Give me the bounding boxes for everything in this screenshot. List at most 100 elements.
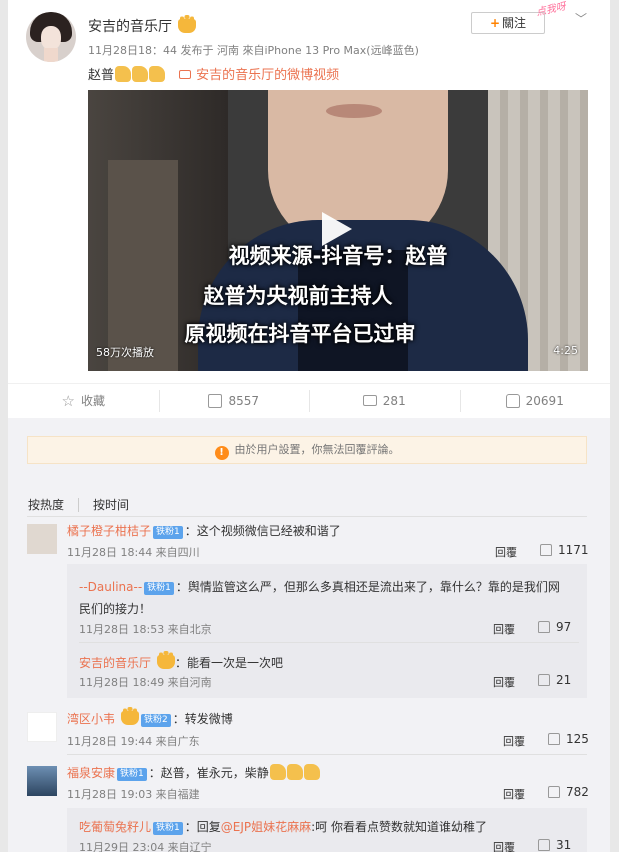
notice-text: 由於用户設置，你無法回覆評論。: [234, 443, 400, 456]
comment-body: ：赵普，崔永元，柴静: [148, 766, 269, 780]
thumbs-up-icon: [540, 544, 552, 556]
mention-link[interactable]: @EJP姐妹花麻麻: [221, 820, 311, 834]
favorite-label: 收藏: [80, 394, 105, 408]
repost-button[interactable]: 8557: [158, 384, 310, 417]
fan-badge: 铁粉2: [141, 714, 171, 727]
fan-badge: 铁粉1: [153, 822, 183, 835]
warning-icon: !: [214, 446, 229, 460]
comment-text: --Daulina-- 铁粉1 ：舆情监管这么严，但那么多真相还是流出来了，靠什么？…: [79, 576, 579, 620]
comment-meta: 11月28日 18:53 来自北京: [79, 623, 212, 636]
comment-text: 湾区小韦 铁粉2 ：转发微博: [67, 707, 233, 727]
comment-body: ：转发微博: [172, 712, 233, 726]
reply-button[interactable]: 回覆: [493, 839, 515, 852]
fan-badge: 铁粉1: [144, 582, 174, 595]
crown-icon: [121, 707, 140, 725]
reply-button[interactable]: 回覆: [493, 674, 515, 690]
comment-text: 橘子橙子柑桔子 铁粉1 ：这个视频微信已经被和谐了: [67, 522, 341, 539]
author-name-text[interactable]: 安吉的音乐厅: [88, 19, 172, 35]
comment-meta: 11月29日 23:04 来自辽宁: [79, 841, 212, 852]
comment-like-count: 782: [566, 785, 589, 799]
follow-label: 關注: [502, 16, 527, 30]
comment-body: ：舆情监管这么严，但那么多真相还是流出来了，靠什么？靠的是我们网: [175, 580, 560, 594]
play-icon[interactable]: [322, 212, 352, 246]
commenter-name[interactable]: 吃葡萄兔籽儿: [79, 820, 151, 834]
comment-like-button[interactable]: 97: [538, 620, 571, 634]
comment-like-button[interactable]: 31: [538, 838, 571, 852]
author-name[interactable]: 安吉的音乐厅: [88, 15, 196, 36]
thumbs-up-emoji-icon: [115, 66, 132, 82]
comment-text: 吃葡萄兔籽儿 铁粉1 ：回复@EJP姐妹花麻麻:呵 你看看点赞数就知道谁幼稚了: [79, 818, 487, 835]
video-player[interactable]: 视频来源-抖音号：赵普 赵普为央视前主持人 原视频在抖音平台已过审 58万次播放…: [88, 90, 588, 371]
comment-body: ：回复: [184, 820, 221, 834]
reply-button[interactable]: 回覆: [503, 733, 525, 749]
repost-count: 8557: [228, 393, 260, 408]
chevron-down-icon[interactable]: ﹀: [574, 10, 588, 26]
action-bar: ☆ 收藏 8557 281 20691: [8, 383, 610, 417]
commenter-avatar[interactable]: [27, 524, 57, 554]
comment-like-button[interactable]: 125: [548, 732, 589, 746]
reply-button[interactable]: 回覆: [495, 544, 517, 560]
comment-like-button[interactable]: 1171: [540, 543, 589, 557]
thumbs-up-emoji-icon: [132, 66, 149, 82]
thumbs-up-icon: [538, 621, 550, 633]
weibo-post-card: 安吉的音乐厅 11月28日18：44 发布于 河南 來自iPhone 13 Pr…: [8, 0, 610, 852]
comment-body: ：能看一次是一次吧: [175, 656, 284, 670]
comment-meta: 11月28日 18:44 来自四川: [67, 546, 200, 559]
commenter-avatar[interactable]: [27, 766, 57, 796]
author-avatar[interactable]: [26, 12, 76, 62]
comment-text: 福泉安康 铁粉1 ：赵普，崔永元，柴静: [67, 764, 320, 781]
comment-like-button[interactable]: 21: [538, 673, 571, 687]
comment-meta: 11月28日 18:49 来自河南: [79, 676, 212, 689]
commenter-avatar[interactable]: [27, 712, 57, 742]
post-text: 赵普 安吉的音乐厅的微博视频: [88, 64, 339, 83]
comment-icon: [362, 395, 377, 406]
comment-body: ：这个视频微信已经被和谐了: [184, 524, 341, 538]
comment-count: 281: [382, 393, 406, 408]
play-count: 58万次播放: [96, 346, 154, 359]
comment-body-continued: 民们的接力！: [79, 602, 152, 616]
video-link-text[interactable]: 安吉的音乐厅的微博视频: [196, 68, 339, 83]
like-button[interactable]: 20691: [459, 384, 611, 417]
video-link[interactable]: 安吉的音乐厅的微博视频: [179, 68, 339, 83]
favorite-button[interactable]: ☆ 收藏: [8, 384, 159, 417]
comment-like-count: 125: [566, 732, 589, 746]
like-count: 20691: [525, 393, 564, 408]
comment-like-count: 21: [556, 673, 572, 687]
comments-section: ! 由於用户設置，你無法回覆評論。 按热度 按时间 橘子橙子柑桔子 铁粉1 ：这个视频微…: [8, 418, 610, 852]
thumbs-up-emoji-icon: [286, 764, 303, 780]
thumbs-up-emoji-icon: [269, 764, 286, 780]
thumbs-up-icon: [538, 674, 550, 686]
thumbs-up-icon: [548, 733, 560, 745]
commenter-name[interactable]: 福泉安康: [67, 766, 115, 780]
commenter-name[interactable]: 橘子橙子柑桔子: [67, 524, 151, 538]
thumbs-up-icon: [538, 839, 550, 851]
video-caption-3: 原视频在抖音平台已过审: [184, 322, 416, 346]
divider: [79, 642, 579, 643]
fan-badge: 铁粉1: [117, 768, 147, 781]
comment-like-button[interactable]: 782: [548, 785, 589, 799]
comment-button[interactable]: 281: [309, 384, 460, 417]
commenter-name[interactable]: 安吉的音乐厅: [79, 656, 151, 670]
video-duration: 4:25: [553, 344, 578, 357]
fan-badge: 铁粉1: [153, 526, 183, 539]
sort-by-time[interactable]: 按时间: [78, 498, 130, 512]
reply-button[interactable]: 回覆: [493, 621, 515, 637]
video-icon: [179, 70, 192, 79]
post-meta: 11月28日18：44 发布于 河南 來自iPhone 13 Pro Max(远…: [88, 44, 419, 57]
thumbs-up-emoji-icon: [149, 66, 166, 82]
comment-text: 安吉的音乐厅 ：能看一次是一次吧: [79, 651, 284, 671]
commenter-name[interactable]: --Daulina--: [79, 580, 142, 594]
comment-like-count: 1171: [558, 543, 589, 557]
post-text-content: 赵普: [88, 68, 115, 83]
commenter-name[interactable]: 湾区小韦: [67, 712, 115, 726]
divider: [67, 754, 587, 755]
thumbs-up-icon: [505, 393, 520, 408]
comment-like-count: 97: [556, 620, 572, 634]
thumbs-up-emoji-icon: [303, 764, 320, 780]
reply-button[interactable]: 回覆: [503, 786, 525, 802]
comment-meta: 11月28日 19:03 来自福建: [67, 788, 200, 801]
sort-by-hot[interactable]: 按热度: [28, 498, 64, 512]
crown-icon: [178, 15, 196, 33]
divider: [27, 516, 587, 517]
follow-button[interactable]: + 關注: [471, 12, 545, 34]
